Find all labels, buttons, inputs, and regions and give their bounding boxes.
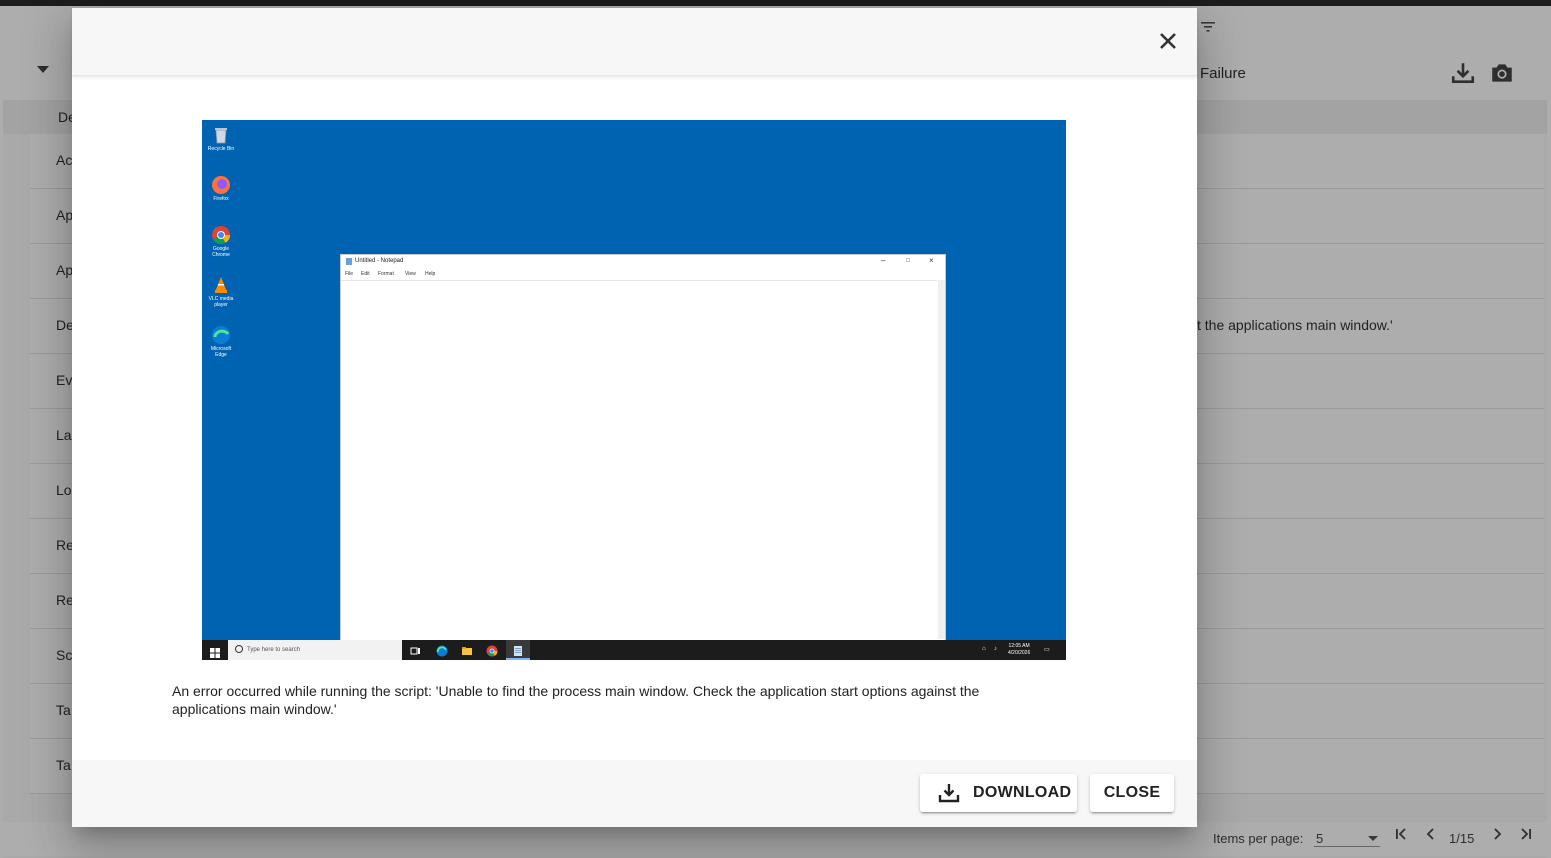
minimize-icon: – (881, 256, 886, 265)
notepad-menubar: File Edit Format View Help (341, 270, 945, 280)
taskbar-search-box: Type here to search (228, 640, 402, 660)
dialog-header (72, 8, 1197, 76)
error-message: An error occurred while running the scri… (172, 683, 980, 717)
desktop-icon-vlc: VLC media player (206, 275, 236, 308)
network-icon: ⌂ (982, 646, 986, 652)
edge-icon (211, 325, 231, 345)
desktop-icon-label: Recycle Bin (207, 146, 235, 152)
download-label: DOWNLOAD (973, 784, 1072, 801)
notepad-titlebar: Untitled - Notepad – □ × (341, 255, 945, 269)
chrome-icon (211, 225, 231, 245)
recycle-bin-icon (211, 125, 231, 145)
edge-taskbar-icon (436, 644, 448, 657)
search-icon (235, 645, 243, 653)
close-button[interactable]: CLOSE (1090, 774, 1174, 812)
desktop-icon-chrome: Google Chrome (206, 225, 236, 258)
dialog-actions: DOWNLOAD CLOSE (72, 760, 1197, 827)
desktop-icon-label: Firefox (213, 196, 229, 202)
desktop-icon-label: VLC media player (208, 296, 234, 308)
notepad-title: Untitled - Notepad (355, 258, 404, 264)
close-window-icon: × (929, 256, 934, 265)
maximize-icon: □ (906, 258, 910, 264)
desktop-icon-recycle-bin: Recycle Bin (206, 125, 236, 152)
download-icon (938, 783, 960, 803)
notepad-window: Untitled - Notepad – □ × File Edit Forma… (340, 254, 946, 642)
windows-start-icon (210, 645, 220, 658)
desktop-icon-label: Google Chrome (212, 246, 230, 258)
firefox-icon (211, 175, 231, 195)
notepad-menu-item: File (345, 271, 354, 277)
notepad-scrollbar (938, 280, 945, 639)
taskbar: Type here to search ⌂ ♪ 12:05 AM 4/20/20… (202, 640, 1066, 660)
app-frame: Failure De Ac Ap Ap De t the applications… (0, 0, 1551, 858)
notepad-taskbar-button (506, 640, 530, 660)
download-button[interactable]: DOWNLOAD (920, 774, 1077, 812)
notepad-menu-item: Edit (361, 271, 370, 277)
notepad-taskbar-icon (512, 644, 524, 660)
taskbar-search-placeholder: Type here to search (247, 647, 301, 653)
taskbar-clock: 12:05 AM 4/20/2026 (1008, 643, 1030, 657)
task-view-icon (410, 644, 422, 656)
notepad-menu-item: Help (425, 271, 436, 277)
notepad-text-area (341, 280, 937, 640)
desktop-icon-label: Microsoft Edge (210, 346, 232, 358)
desktop-icon-firefox: Firefox (206, 175, 236, 202)
error-screenshot: Recycle Bin Firefox Google Chrome VLC me… (202, 120, 1066, 660)
clock-date: 4/20/2026 (1008, 650, 1031, 656)
close-icon[interactable] (1155, 28, 1181, 54)
notepad-menu-item: Format (378, 271, 394, 277)
desktop-icon-edge: Microsoft Edge (206, 325, 236, 358)
vlc-icon (211, 275, 231, 295)
chrome-taskbar-icon (486, 644, 498, 657)
clock-time: 12:05 AM (1008, 643, 1030, 649)
close-label: CLOSE (1103, 784, 1161, 801)
file-explorer-icon (461, 644, 473, 656)
volume-icon: ♪ (994, 646, 997, 652)
notification-icon: ▭ (1044, 647, 1050, 653)
notepad-menu-item: View (405, 271, 416, 277)
screenshot-dialog: Recycle Bin Firefox Google Chrome VLC me… (72, 8, 1197, 827)
notepad-icon (346, 258, 352, 265)
